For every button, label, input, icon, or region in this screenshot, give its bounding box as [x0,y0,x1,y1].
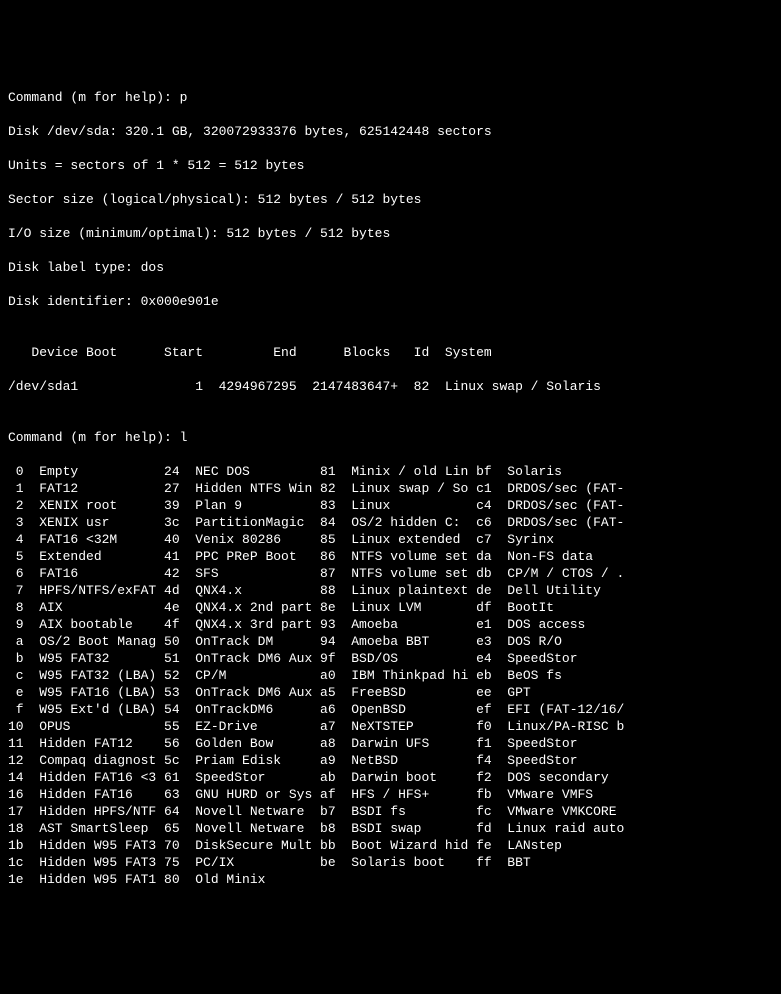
partition-type-row: b W95 FAT32 51 OnTrack DM6 Aux 9f BSD/OS… [8,650,773,667]
disk-info-line: Disk /dev/sda: 320.1 GB, 320072933376 by… [8,123,773,140]
command-prompt: Command (m for help): [8,430,180,445]
partition-type-row: 1 FAT12 27 Hidden NTFS Win 82 Linux swap… [8,480,773,497]
partition-type-row: e W95 FAT16 (LBA) 53 OnTrack DM6 Aux a5 … [8,684,773,701]
partition-type-row: 7 HPFS/NTFS/exFAT 4d QNX4.x 88 Linux pla… [8,582,773,599]
disk-label-line: Disk label type: dos [8,259,773,276]
partition-type-row: 1e Hidden W95 FAT1 80 Old Minix [8,871,773,888]
terminal-output: Command (m for help): p Disk /dev/sda: 3… [8,72,773,905]
partition-type-row: f W95 Ext'd (LBA) 54 OnTrackDM6 a6 OpenB… [8,701,773,718]
partition-type-row: 10 OPUS 55 EZ-Drive a7 NeXTSTEP f0 Linux… [8,718,773,735]
partition-type-row: c W95 FAT32 (LBA) 52 CP/M a0 IBM Thinkpa… [8,667,773,684]
partition-type-row: 2 XENIX root 39 Plan 9 83 Linux c4 DRDOS… [8,497,773,514]
partition-type-row: a OS/2 Boot Manag 50 OnTrack DM 94 Amoeb… [8,633,773,650]
partition-type-row: 5 Extended 41 PPC PReP Boot 86 NTFS volu… [8,548,773,565]
partition-table-header: Device Boot Start End Blocks Id System [8,344,773,361]
partition-type-row: 4 FAT16 <32M 40 Venix 80286 85 Linux ext… [8,531,773,548]
partition-type-row: 0 Empty 24 NEC DOS 81 Minix / old Lin bf… [8,463,773,480]
command-input[interactable]: p [180,90,188,105]
units-line: Units = sectors of 1 * 512 = 512 bytes [8,157,773,174]
partition-type-row: 17 Hidden HPFS/NTF 64 Novell Netware b7 … [8,803,773,820]
partition-type-row: 9 AIX bootable 4f QNX4.x 3rd part 93 Amo… [8,616,773,633]
io-size-line: I/O size (minimum/optimal): 512 bytes / … [8,225,773,242]
sector-size-line: Sector size (logical/physical): 512 byte… [8,191,773,208]
partition-type-row: 1c Hidden W95 FAT3 75 PC/IX be Solaris b… [8,854,773,871]
partition-type-row: 12 Compaq diagnost 5c Priam Edisk a9 Net… [8,752,773,769]
partition-type-row: 1b Hidden W95 FAT3 70 DiskSecure Mult bb… [8,837,773,854]
partition-table-row: /dev/sda1 1 4294967295 2147483647+ 82 Li… [8,378,773,395]
partition-types-list: 0 Empty 24 NEC DOS 81 Minix / old Lin bf… [8,463,773,888]
partition-type-row: 8 AIX 4e QNX4.x 2nd part 8e Linux LVM df… [8,599,773,616]
partition-type-row: 14 Hidden FAT16 <3 61 SpeedStor ab Darwi… [8,769,773,786]
partition-type-row: 11 Hidden FAT12 56 Golden Bow a8 Darwin … [8,735,773,752]
disk-identifier-line: Disk identifier: 0x000e901e [8,293,773,310]
partition-type-row: 18 AST SmartSleep 65 Novell Netware b8 B… [8,820,773,837]
partition-type-row: 6 FAT16 42 SFS 87 NTFS volume set db CP/… [8,565,773,582]
command-input[interactable]: l [180,430,188,445]
command-prompt: Command (m for help): [8,90,180,105]
partition-type-row: 3 XENIX usr 3c PartitionMagic 84 OS/2 hi… [8,514,773,531]
partition-type-row: 16 Hidden FAT16 63 GNU HURD or Sys af HF… [8,786,773,803]
